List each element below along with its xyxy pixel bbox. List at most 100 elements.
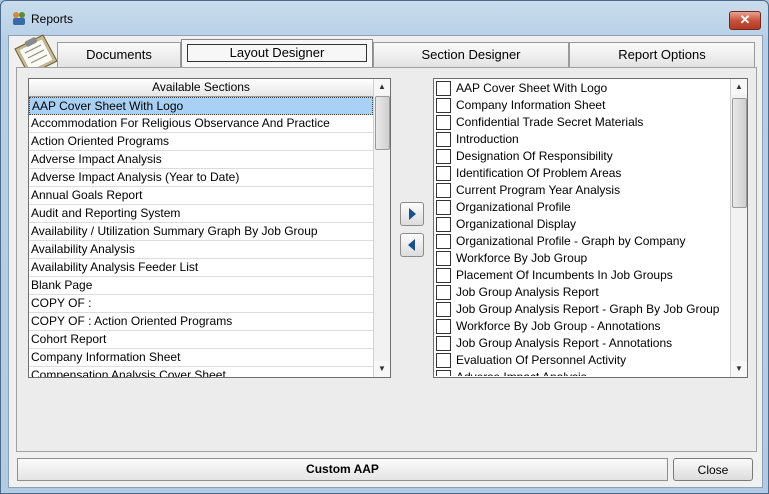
- available-section-item[interactable]: AAP Cover Sheet With Logo: [29, 97, 373, 115]
- section-checkbox[interactable]: [436, 285, 451, 300]
- report-section-label: Organizational Display: [456, 217, 577, 231]
- section-checkbox[interactable]: [436, 81, 451, 96]
- available-sections-list[interactable]: Available Sections AAP Cover Sheet With …: [28, 78, 391, 378]
- scroll-up-icon[interactable]: ▲: [374, 79, 390, 95]
- section-checkbox[interactable]: [436, 132, 451, 147]
- report-section-label: Company Information Sheet: [456, 98, 606, 112]
- report-section-label: Workforce By Job Group: [456, 251, 588, 265]
- section-checkbox[interactable]: [436, 200, 451, 215]
- available-section-item[interactable]: COPY OF :: [29, 295, 373, 313]
- tab-documents-label: Documents: [86, 47, 152, 62]
- available-section-item[interactable]: Audit and Reporting System: [29, 205, 373, 223]
- remove-section-button[interactable]: [400, 233, 424, 257]
- report-section-item[interactable]: Organizational Display: [434, 216, 730, 233]
- available-section-item[interactable]: Adverse Impact Analysis: [29, 151, 373, 169]
- section-checkbox[interactable]: [436, 149, 451, 164]
- report-section-item[interactable]: Company Information Sheet: [434, 97, 730, 114]
- section-checkbox[interactable]: [436, 251, 451, 266]
- section-checkbox[interactable]: [436, 183, 451, 198]
- section-checkbox[interactable]: [436, 217, 451, 232]
- window-title: Reports: [31, 12, 74, 26]
- report-section-item[interactable]: Confidential Trade Secret Materials: [434, 114, 730, 131]
- report-section-label: Introduction: [456, 132, 519, 146]
- report-section-item[interactable]: Placement Of Incumbents In Job Groups: [434, 267, 730, 284]
- available-section-item[interactable]: Availability Analysis: [29, 241, 373, 259]
- arrow-right-icon: [409, 208, 416, 220]
- report-section-item[interactable]: Current Program Year Analysis: [434, 182, 730, 199]
- report-sections-list[interactable]: AAP Cover Sheet With Logo Company Informa…: [433, 78, 748, 378]
- report-section-label: Confidential Trade Secret Materials: [456, 115, 644, 129]
- tab-layout-designer-label: Layout Designer: [186, 44, 368, 62]
- report-section-label: Identification Of Problem Areas: [456, 166, 622, 180]
- report-section-label: AAP Cover Sheet With Logo: [456, 81, 608, 95]
- section-checkbox[interactable]: [436, 336, 451, 351]
- report-section-item[interactable]: Introduction: [434, 131, 730, 148]
- report-section-item[interactable]: Organizational Profile: [434, 199, 730, 216]
- report-section-label: Job Group Analysis Report - Graph By Job…: [456, 302, 720, 316]
- available-section-item[interactable]: Blank Page: [29, 277, 373, 295]
- report-section-label: Job Group Analysis Report: [456, 285, 599, 299]
- report-section-item[interactable]: Workforce By Job Group: [434, 250, 730, 267]
- available-sections-rows: AAP Cover Sheet With Logo Accommodation F…: [29, 97, 373, 377]
- available-section-item[interactable]: Action Oriented Programs: [29, 133, 373, 151]
- scroll-down-icon[interactable]: ▼: [374, 361, 390, 377]
- scroll-up-icon[interactable]: ▲: [731, 79, 747, 95]
- tab-documents[interactable]: Documents: [57, 42, 181, 67]
- report-section-item[interactable]: AAP Cover Sheet With Logo: [434, 80, 730, 97]
- report-section-item[interactable]: Organizational Profile - Graph by Compan…: [434, 233, 730, 250]
- report-section-label: Designation Of Responsibility: [456, 149, 613, 163]
- section-checkbox[interactable]: [436, 353, 451, 368]
- report-section-label: Evaluation Of Personnel Activity: [456, 353, 627, 367]
- available-sections-scrollbar[interactable]: ▲ ▼: [373, 79, 390, 377]
- report-section-item[interactable]: Designation Of Responsibility: [434, 148, 730, 165]
- report-section-label: Workforce By Job Group - Annotations: [456, 319, 661, 333]
- tab-report-options[interactable]: Report Options: [569, 42, 755, 67]
- tab-report-options-label: Report Options: [618, 47, 706, 62]
- available-sections-header: Available Sections: [29, 79, 373, 97]
- section-checkbox[interactable]: [436, 166, 451, 181]
- tab-layout-designer[interactable]: Layout Designer: [181, 39, 373, 68]
- available-section-item[interactable]: Accommodation For Religious Observance A…: [29, 115, 373, 133]
- scroll-thumb[interactable]: [375, 96, 390, 150]
- section-checkbox[interactable]: [436, 115, 451, 130]
- close-button[interactable]: Close: [673, 458, 753, 481]
- section-checkbox[interactable]: [436, 370, 451, 376]
- report-section-label: Placement Of Incumbents In Job Groups: [456, 268, 673, 282]
- report-section-item[interactable]: Adverse Impact Analysis: [434, 369, 730, 376]
- available-section-item[interactable]: Annual Goals Report: [29, 187, 373, 205]
- available-section-item[interactable]: Company Information Sheet: [29, 349, 373, 367]
- report-section-item[interactable]: Job Group Analysis Report - Annotations: [434, 335, 730, 352]
- report-section-item[interactable]: Evaluation Of Personnel Activity: [434, 352, 730, 369]
- report-sections-rows: AAP Cover Sheet With Logo Company Informa…: [434, 80, 730, 376]
- section-checkbox[interactable]: [436, 302, 451, 317]
- section-checkbox[interactable]: [436, 319, 451, 334]
- report-sections-scrollbar[interactable]: ▲ ▼: [730, 79, 747, 377]
- title-bar[interactable]: Reports ✕: [1, 1, 768, 35]
- available-section-item[interactable]: COPY OF : Action Oriented Programs: [29, 313, 373, 331]
- report-section-label: Organizational Profile - Graph by Compan…: [456, 234, 686, 248]
- report-section-label: Adverse Impact Analysis: [456, 369, 587, 376]
- available-section-item[interactable]: Availability Analysis Feeder List: [29, 259, 373, 277]
- tab-section-designer-label: Section Designer: [421, 47, 521, 62]
- section-checkbox[interactable]: [436, 268, 451, 283]
- report-section-label: Organizational Profile: [456, 200, 571, 214]
- available-section-item[interactable]: Compensation Analysis Cover Sheet: [29, 367, 373, 377]
- custom-aap-button[interactable]: Custom AAP: [17, 458, 668, 481]
- scroll-thumb[interactable]: [732, 98, 747, 208]
- report-section-item[interactable]: Job Group Analysis Report - Graph By Job…: [434, 301, 730, 318]
- scroll-down-icon[interactable]: ▼: [731, 361, 747, 377]
- report-section-item[interactable]: Identification Of Problem Areas: [434, 165, 730, 182]
- arrow-left-icon: [408, 239, 415, 251]
- tab-section-designer[interactable]: Section Designer: [373, 42, 569, 67]
- reports-window: Reports ✕ Documents Layout Designer Sect…: [0, 0, 769, 494]
- available-section-item[interactable]: Adverse Impact Analysis (Year to Date): [29, 169, 373, 187]
- section-checkbox[interactable]: [436, 234, 451, 249]
- available-section-item[interactable]: Cohort Report: [29, 331, 373, 349]
- available-section-item[interactable]: Availability / Utilization Summary Graph…: [29, 223, 373, 241]
- window-close-button[interactable]: ✕: [729, 11, 761, 30]
- section-checkbox[interactable]: [436, 98, 451, 113]
- report-section-item[interactable]: Workforce By Job Group - Annotations: [434, 318, 730, 335]
- report-section-item[interactable]: Job Group Analysis Report: [434, 284, 730, 301]
- reports-app-icon: [13, 12, 25, 25]
- add-section-button[interactable]: [400, 202, 424, 226]
